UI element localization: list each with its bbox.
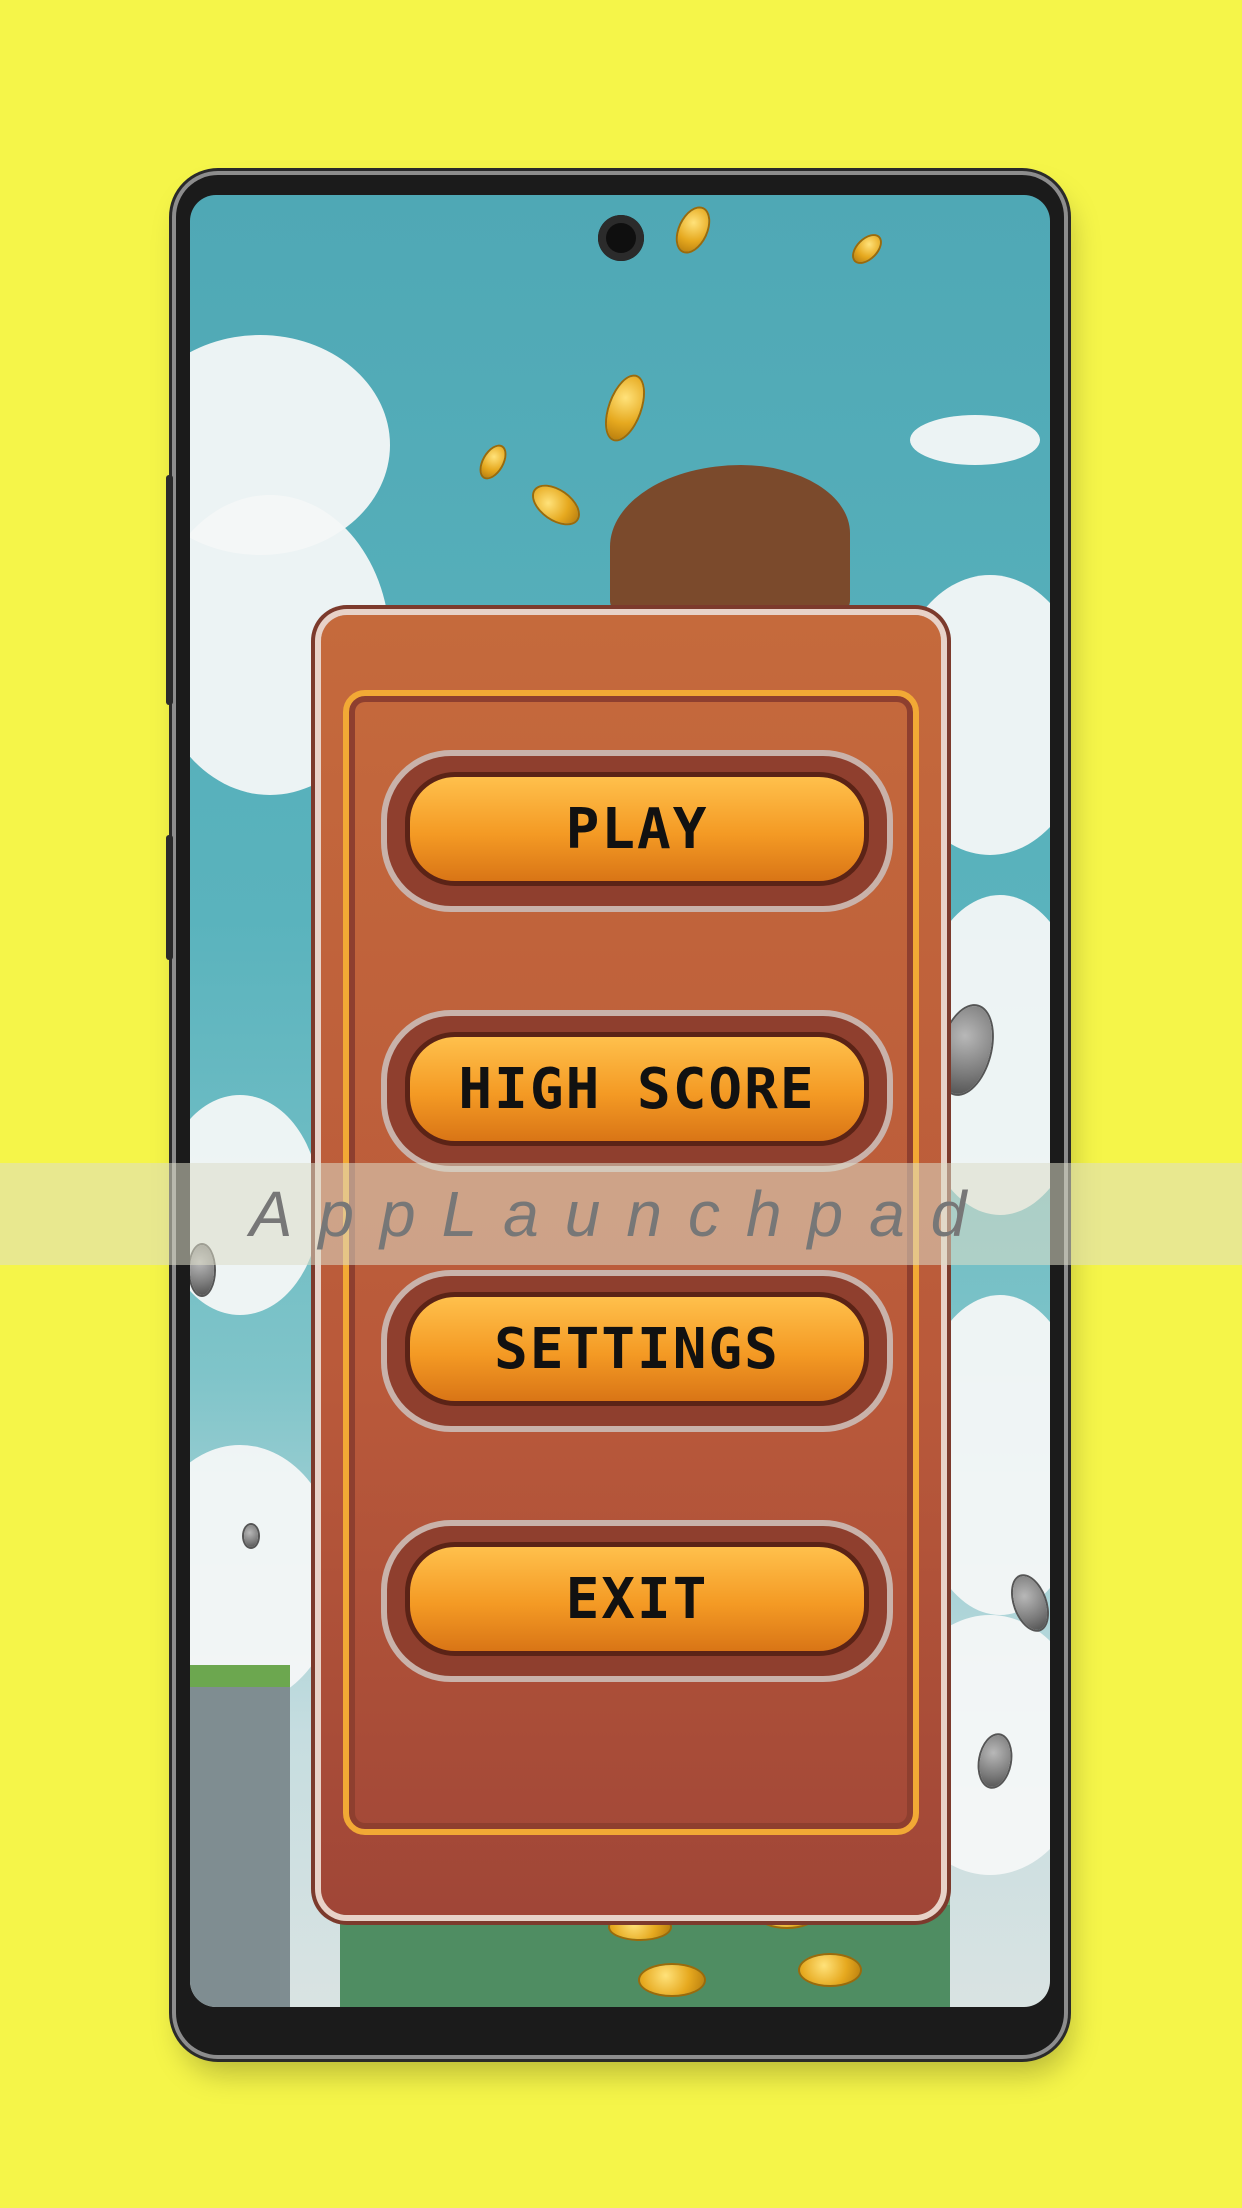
coin-icon (599, 371, 651, 445)
volume-button (166, 475, 173, 705)
coin-icon (476, 442, 510, 482)
watermark-text: AppLaunchpad (249, 1178, 993, 1250)
character-hair (610, 465, 850, 615)
exit-button[interactable]: EXIT (381, 1520, 893, 1682)
coin-icon (640, 1965, 704, 1995)
play-button[interactable]: PLAY (381, 750, 893, 912)
watermark-banner: AppLaunchpad (0, 1163, 1242, 1265)
tower (190, 1665, 290, 2007)
high-score-button[interactable]: HIGH SCORE (381, 1010, 893, 1172)
game-screen: PLAY HIGH SCORE SETTINGS EXIT (190, 195, 1050, 2007)
play-label: PLAY (565, 796, 709, 862)
phone-frame: PLAY HIGH SCORE SETTINGS EXIT (166, 175, 1064, 2055)
coin-icon (849, 231, 885, 267)
front-camera (598, 215, 644, 261)
coin-icon (610, 1915, 670, 1939)
high-score-label: HIGH SCORE (458, 1056, 816, 1122)
settings-button-face: SETTINGS (405, 1292, 869, 1406)
exit-button-face: EXIT (405, 1542, 869, 1656)
settings-label: SETTINGS (494, 1316, 780, 1382)
coin-icon (800, 1955, 860, 1985)
exit-label: EXIT (565, 1566, 709, 1632)
power-button (166, 835, 173, 960)
menu-board: PLAY HIGH SCORE SETTINGS EXIT (321, 615, 941, 1915)
cloud (910, 415, 1040, 465)
settings-button[interactable]: SETTINGS (381, 1270, 893, 1432)
play-button-face: PLAY (405, 772, 869, 886)
coin-icon (244, 1525, 258, 1547)
coin-icon (671, 203, 715, 257)
high-score-button-face: HIGH SCORE (405, 1032, 869, 1146)
coin-icon (527, 479, 585, 531)
